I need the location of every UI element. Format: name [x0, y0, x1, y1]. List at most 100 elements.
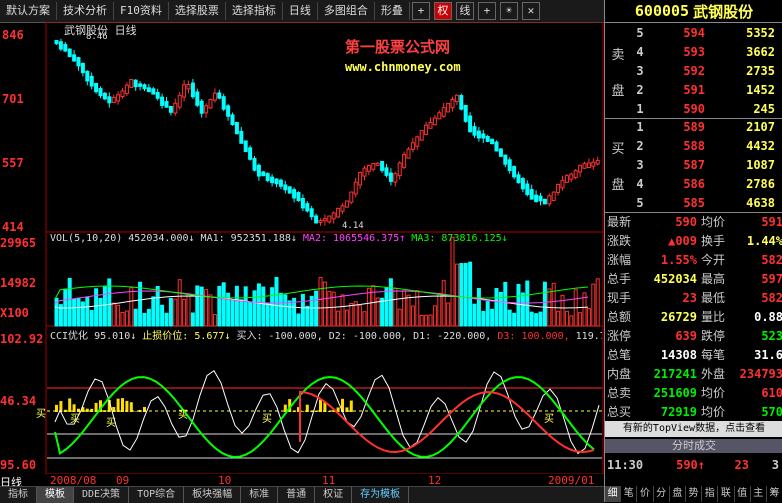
candle-body [367, 166, 370, 172]
candle-body [460, 96, 463, 110]
buy-row[interactable]: 35871087 [631, 155, 782, 175]
buy-row[interactable]: 55854638 [631, 193, 782, 213]
volume-bar [381, 298, 384, 326]
volume-bar [570, 316, 573, 326]
volume-bar [288, 301, 291, 326]
volume-bar [81, 302, 84, 326]
right-tab[interactable]: 分 [654, 486, 670, 502]
right-tab[interactable]: 势 [686, 486, 702, 502]
right-tab[interactable]: 笔 [621, 486, 637, 502]
volume-bar [508, 310, 511, 326]
candle-body [403, 154, 406, 167]
volume-bar [407, 295, 410, 326]
chart-area[interactable]: 846 701 557 414 29965 14982 X100 102.92 … [0, 22, 604, 474]
sell-row[interactable]: 55945352 [631, 23, 782, 43]
sell-row[interactable]: 25911452 [631, 80, 782, 100]
candle-body [517, 175, 520, 183]
toolbar-scheme-button[interactable]: 默认方案 [0, 2, 57, 20]
buy-level: 2 [631, 139, 649, 153]
toolbar-tech-analysis-button[interactable]: 技术分析 [57, 2, 114, 20]
quote-value: 234793 [739, 367, 782, 381]
quote-label: 总额 [605, 308, 647, 325]
right-tab[interactable]: 价 [637, 486, 653, 502]
stock-name: 武钢股份 [693, 1, 753, 22]
quote-value: 610 [739, 386, 782, 400]
sheng-icon[interactable]: ☀ [500, 2, 518, 20]
quote-label: 外盘 [697, 365, 739, 382]
toolbar-daily-button[interactable]: 日线 [283, 2, 318, 20]
right-tab[interactable]: 指 [702, 486, 718, 502]
volume-bar [90, 311, 93, 326]
volume-bar [425, 315, 428, 326]
quan-icon[interactable]: 权 [434, 2, 452, 20]
tab-indicator[interactable]: 指标 [0, 487, 37, 503]
candle-body [279, 180, 282, 186]
top-toolbar: 默认方案 技术分析 F10资料 选择股票 选择指标 日线 多图组合 形叠 + 权… [0, 0, 604, 23]
topview-notice[interactable]: 有新的TopView数据，点击查看 [605, 421, 782, 437]
toolbar-overlay-button[interactable]: 形叠 [375, 2, 410, 20]
volume-bar [231, 300, 234, 326]
kline-chart-svg[interactable] [0, 22, 604, 474]
tab-save-template[interactable]: 存为模板 [352, 487, 409, 503]
tab-standard[interactable]: 标准 [241, 487, 278, 503]
buy-row[interactable]: 15892107 [631, 117, 782, 137]
toolbar-multi-chart-button[interactable]: 多图组合 [318, 2, 375, 20]
right-tab[interactable]: 盘 [670, 486, 686, 502]
candle-body [425, 125, 428, 134]
buy-price: 585 [649, 196, 705, 210]
quote-label: 涨跌 [605, 232, 647, 249]
volume-bar [337, 311, 340, 326]
tab-dde[interactable]: DDE决策 [74, 487, 129, 503]
right-tab[interactable]: 值 [735, 486, 751, 502]
volume-bar [442, 281, 445, 326]
buy-row[interactable]: 25884432 [631, 136, 782, 156]
quote-row: 总笔14308每笔31.6 [605, 345, 782, 364]
candle-body [90, 76, 93, 86]
right-tab[interactable]: 主 [751, 486, 767, 502]
volume-bar [438, 293, 441, 326]
candle-body [95, 83, 98, 91]
sell-row[interactable]: 1590245 [631, 99, 782, 119]
volume-bar [345, 310, 348, 326]
xian-icon[interactable]: 线 [456, 2, 474, 20]
toolbar-f10-button[interactable]: F10资料 [114, 2, 169, 20]
tick-trades-header[interactable]: 分时成交 [605, 439, 782, 453]
ind-legend-label: CCI优化 [50, 331, 88, 342]
ce-icon[interactable]: + [478, 2, 496, 20]
volume-bar [592, 284, 595, 326]
candle-body [596, 160, 599, 164]
toolbar-select-stock-button[interactable]: 选择股票 [169, 2, 226, 20]
quote-row: 总买72919均价570 [605, 402, 782, 421]
candle-body [376, 163, 379, 165]
buy-volume: 2107 [705, 120, 775, 134]
candle-body [143, 85, 146, 89]
right-tab[interactable]: 细 [605, 486, 621, 502]
volume-bar [526, 281, 529, 326]
sell-row[interactable]: 35922735 [631, 61, 782, 81]
tab-warrant[interactable]: 权证 [315, 487, 352, 503]
sell-row[interactable]: 45933662 [631, 42, 782, 62]
right-tab[interactable]: 联 [718, 486, 734, 502]
volume-bar [86, 297, 89, 326]
tab-sector[interactable]: 板块强幅 [184, 487, 241, 503]
tab-template[interactable]: 模板 [37, 487, 74, 503]
quote-row: 涨停639跌停523 [605, 326, 782, 345]
candle-body [271, 177, 274, 182]
toolbar-select-indicator-button[interactable]: 选择指标 [226, 2, 283, 20]
plus-icon[interactable]: + [412, 2, 430, 20]
volume-bar [112, 303, 115, 326]
sell-volume: 1452 [705, 83, 775, 97]
candle-body [464, 105, 467, 121]
candle-body [587, 163, 590, 167]
volume-bar [359, 306, 362, 326]
buy-row[interactable]: 45862786 [631, 174, 782, 194]
tab-normal[interactable]: 普通 [278, 487, 315, 503]
buy-mark: 买 [544, 410, 554, 425]
candle-body [306, 204, 309, 211]
tab-top[interactable]: TOP综合 [129, 487, 184, 503]
volume-bar [486, 302, 489, 326]
candle-body [152, 89, 155, 94]
close-icon[interactable]: ✕ [522, 2, 540, 20]
candle-body [178, 95, 181, 107]
right-tab[interactable]: 筹 [767, 486, 782, 502]
